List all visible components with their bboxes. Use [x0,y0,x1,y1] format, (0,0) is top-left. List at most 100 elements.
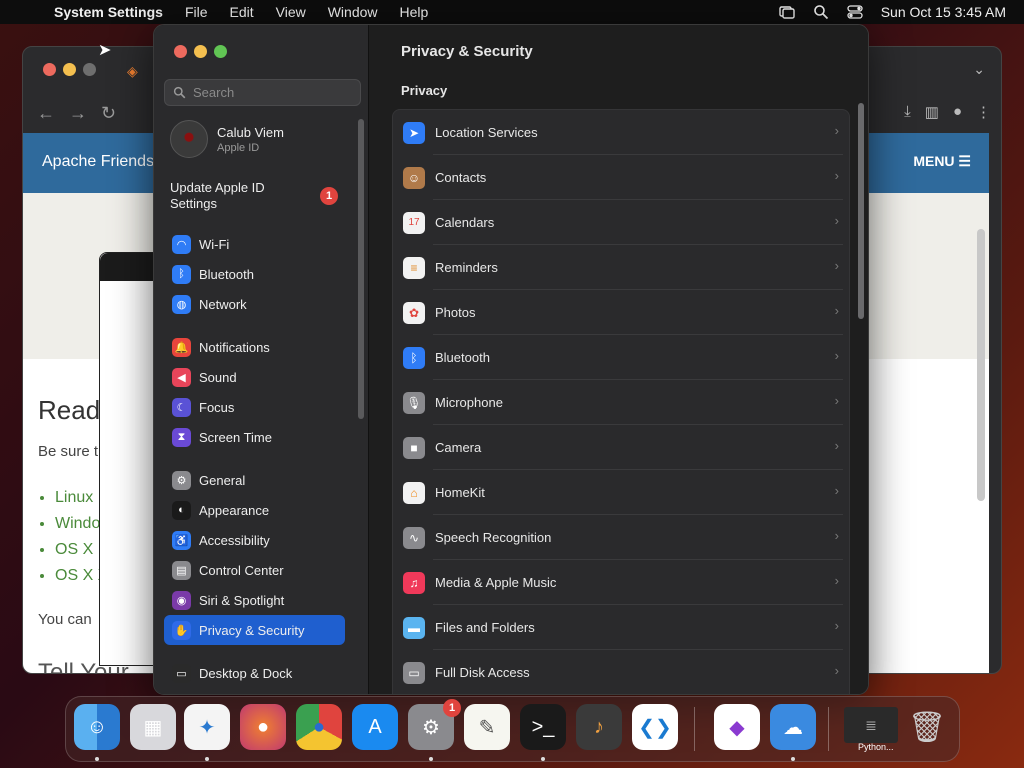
sidebar-item-general[interactable]: ⚙ General [164,465,345,495]
sidebar-item-siri-spotlight[interactable]: ◉ Siri & Spotlight [164,585,345,615]
screen-mirroring-icon[interactable] [779,4,795,20]
menu-view[interactable]: View [265,4,317,20]
privacy-row-contacts[interactable]: ☺ Contacts › [393,155,849,200]
sidebar-item-network[interactable]: ◍ Network [164,289,345,319]
menu-window[interactable]: Window [317,4,389,20]
app-menu[interactable]: System Settings [54,4,174,20]
tab-list-chevron-icon[interactable]: ⌄ [973,61,985,78]
dock-app-finder[interactable]: ☺ [74,704,120,750]
search-input[interactable] [193,85,353,100]
sidebar-item-notifications[interactable]: 🔔 Notifications [164,332,345,362]
chevron-right-icon: › [834,438,839,453]
hourglass-icon: ⧗ [172,427,191,447]
site-menu-button[interactable]: MENU ☰ [913,153,971,170]
panel-scrollbar[interactable] [858,103,864,319]
spotlight-search-icon[interactable] [813,4,829,20]
privacy-row-files-and-folders[interactable]: ▬ Files and Folders › [393,605,849,650]
chevron-right-icon: › [834,213,839,228]
contacts-icon: ☺ [403,166,425,189]
search-icon [173,86,186,99]
privacy-row-media-apple-music[interactable]: ♫ Media & Apple Music › [393,560,849,605]
back-arrow-icon[interactable]: ← [37,103,55,124]
privacy-row-photos[interactable]: ✿ Photos › [393,290,849,335]
reload-icon[interactable]: ↻ [101,103,116,124]
browser-zoom-button[interactable] [83,63,96,76]
close-button[interactable] [174,45,187,58]
profile-icon[interactable]: ● [953,103,962,121]
update-badge: 1 [320,187,338,205]
privacy-row-location-services[interactable]: ➤ Location Services › [393,110,849,155]
privacy-row-calendars[interactable]: 17 Calendars › [393,200,849,245]
dock-app-firefox[interactable]: ● [240,704,286,750]
browser-minimize-button[interactable] [63,63,76,76]
privacy-row-reminders[interactable]: ≡ Reminders › [393,245,849,290]
privacy-row-homekit[interactable]: ⌂ HomeKit › [393,470,849,515]
panel-title: Privacy & Security [401,43,533,60]
dock-app-visual-studio-code[interactable]: ❮❯ [632,704,678,750]
dock-app-terminal[interactable]: >_ [520,704,566,750]
control-center-icon[interactable] [847,4,863,20]
dock-app-garageband[interactable]: ♪ [576,704,622,750]
chevron-right-icon: › [834,483,839,498]
privacy-row-label: Calendars [435,215,495,230]
sidebar-item-wi-fi[interactable]: ◠ Wi-Fi [164,229,345,259]
sidebar-scrollbar[interactable] [358,119,364,419]
menu-edit[interactable]: Edit [219,4,265,20]
sidebar-item-control-center[interactable]: ▤ Control Center [164,555,345,585]
section-intro: Be sure t [38,443,99,460]
privacy-row-microphone[interactable]: 🎙 Microphone › [393,380,849,425]
sidebar-item-sound[interactable]: ◀ Sound [164,362,345,392]
sidebar-item-label: Bluetooth [199,266,254,282]
more-menu-icon[interactable]: ⋮ [976,103,991,121]
dock-app-weather[interactable]: ☁ [770,704,816,750]
chevron-right-icon: › [834,393,839,408]
bluetooth-icon: ᛒ [403,346,425,369]
privacy-row-full-disk-access[interactable]: ▭ Full Disk Access › [393,650,849,694]
privacy-row-speech-recognition[interactable]: ∿ Speech Recognition › [393,515,849,560]
dock-app-trash[interactable]: 🗑 [904,704,950,750]
update-apple-id-settings[interactable]: Update Apple ID Settings [170,180,310,212]
menu-help[interactable]: Help [389,4,440,20]
sidebar-item-label: Accessibility [199,532,270,548]
dock-app-app-store[interactable]: A [352,704,398,750]
reminders-icon: ≡ [403,256,425,279]
privacy-row-label: Camera [435,440,482,455]
sidebar-item-accessibility[interactable]: ♿ Accessibility [164,525,345,555]
dock-app-launchpad[interactable]: ▦ [130,704,176,750]
menu-file[interactable]: File [174,4,219,20]
apple-id-account[interactable]: Calub Viem Apple ID [170,120,284,158]
menu-bar-clock[interactable]: Sun Oct 15 3:45 AM [881,4,1006,20]
sidebar-item-bluetooth[interactable]: ᛒ Bluetooth [164,259,345,289]
sidebar-item-label: Sound [199,369,237,385]
sidebar-item-privacy-security[interactable]: ✋ Privacy & Security [164,615,345,645]
dock-app-textedit[interactable]: ✎ [464,704,510,750]
dock-icon: ▭ [172,663,191,683]
site-brand[interactable]: Apache Friends [42,153,154,171]
page-scrollbar[interactable] [977,229,985,501]
sidebar-search[interactable] [164,79,361,106]
privacy-row-bluetooth[interactable]: ᛒ Bluetooth › [393,335,849,380]
browser-toolbar-icons: ⤓ ▥ ● ⋮ [904,103,991,121]
privacy-row-camera[interactable]: ■ Camera › [393,425,849,470]
dock-app-visual-studio[interactable]: ◆ [714,704,760,750]
sidebar-item-appearance[interactable]: ◐ Appearance [164,495,345,525]
sidebar-item-screen-time[interactable]: ⧗ Screen Time [164,422,345,452]
chevron-right-icon: › [834,168,839,183]
disk-icon: ▭ [403,661,425,684]
dock-app-safari[interactable]: ✦ [184,704,230,750]
running-indicator [205,757,209,761]
download-icon[interactable]: ⤓ [904,103,911,121]
bell-icon: 🔔 [172,337,191,357]
hand-icon: ✋ [172,620,191,640]
dock-app-chrome[interactable]: ● [296,704,342,750]
user-subtitle: Apple ID [217,141,260,154]
side-panel-icon[interactable]: ▥ [925,103,939,121]
sidebar-item-focus[interactable]: ☾ Focus [164,392,345,422]
minimize-button[interactable] [194,45,207,58]
bluetooth-icon: ᛒ [172,264,191,284]
zoom-button[interactable] [214,45,227,58]
sidebar-item-desktop-dock[interactable]: ▭ Desktop & Dock [164,658,345,688]
dock-app-python[interactable]: ≣ [844,707,898,743]
browser-close-button[interactable] [43,63,56,76]
forward-arrow-icon[interactable]: → [69,103,87,124]
